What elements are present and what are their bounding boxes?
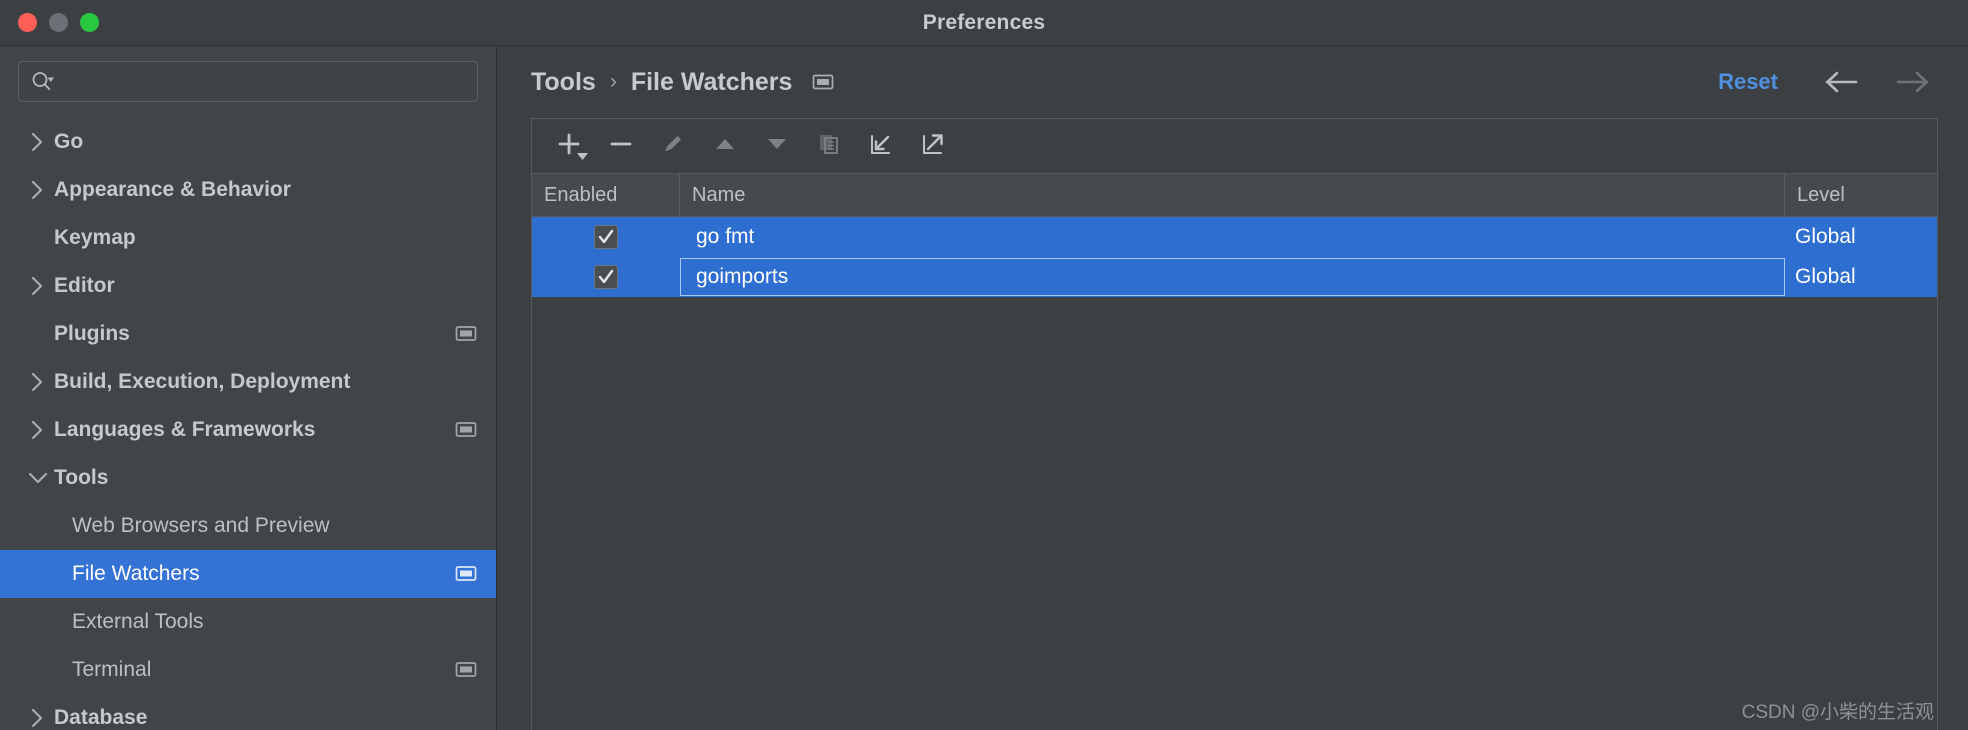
export-button[interactable]	[910, 124, 956, 168]
sidebar-item-label: Database	[54, 706, 148, 729]
sidebar-item-label: Languages & Frameworks	[54, 418, 316, 441]
sidebar-item-go[interactable]: Go	[0, 118, 496, 166]
remove-watcher-button[interactable]	[598, 124, 644, 168]
watcher-name-text: go fmt	[696, 225, 755, 248]
add-watcher-button[interactable]	[546, 124, 592, 168]
chevron-down-icon[interactable]	[26, 466, 54, 490]
chevron-right-icon[interactable]	[26, 706, 54, 730]
arrow-right-icon[interactable]	[1892, 69, 1932, 95]
sidebar-item-terminal[interactable]: Terminal	[0, 646, 496, 694]
enabled-checkbox-cell[interactable]	[532, 217, 680, 257]
table-row[interactable]: go fmt Global	[532, 217, 1937, 257]
sidebar-item-label: Build, Execution, Deployment	[54, 370, 351, 393]
table-row[interactable]: goimports Global	[532, 257, 1937, 297]
watchers-toolbar	[532, 119, 1937, 174]
sidebar-item-label: Go	[54, 130, 84, 153]
sidebar-item-label: Plugins	[54, 322, 130, 345]
sidebar-item-label: External Tools	[72, 610, 204, 633]
sidebar-item-languages-frameworks[interactable]: Languages & Frameworks	[0, 406, 496, 454]
sidebar-item-label: Appearance & Behavior	[54, 178, 291, 201]
watcher-name-text: goimports	[696, 265, 789, 288]
sidebar-item-label: File Watchers	[72, 562, 200, 585]
sidebar-item-appearance-behavior[interactable]: Appearance & Behavior	[0, 166, 496, 214]
enabled-checkbox[interactable]	[594, 265, 618, 289]
duplicate-watcher-button	[806, 124, 852, 168]
page-title: File Watchers	[630, 67, 793, 96]
sidebar-item-label: Web Browsers and Preview	[72, 514, 330, 537]
sidebar-item-label: Terminal	[72, 658, 152, 681]
chevron-right-icon[interactable]	[26, 274, 54, 298]
chevron-right-icon[interactable]	[26, 178, 54, 202]
window-body: Go Appearance & Behavior Keymap Editor Plugi…	[0, 46, 1968, 730]
maximize-button[interactable]	[80, 13, 99, 32]
column-header-enabled[interactable]: Enabled	[532, 174, 680, 216]
breadcrumb: Tools › File Watchers Reset	[497, 46, 1968, 118]
move-down-button	[754, 124, 800, 168]
project-settings-icon	[454, 322, 478, 346]
sidebar-item-file-watchers[interactable]: File Watchers	[0, 550, 496, 598]
sidebar-item-web-browsers-and-preview[interactable]: Web Browsers and Preview	[0, 502, 496, 550]
sidebar-item-build-execution-deployment[interactable]: Build, Execution, Deployment	[0, 358, 496, 406]
watcher-name-cell[interactable]: go fmt	[680, 217, 1785, 257]
reset-button[interactable]: Reset	[1718, 69, 1778, 95]
watcher-level-text: Global	[1795, 225, 1856, 248]
import-button[interactable]	[858, 124, 904, 168]
breadcrumb-separator: ›	[609, 70, 617, 93]
settings-tree: Go Appearance & Behavior Keymap Editor Plugi…	[0, 116, 496, 730]
project-settings-icon	[454, 658, 478, 682]
project-settings-icon	[810, 69, 836, 95]
edit-watcher-button	[650, 124, 696, 168]
search-input[interactable]	[18, 61, 478, 102]
sidebar-item-keymap[interactable]: Keymap	[0, 214, 496, 262]
chevron-right-icon[interactable]	[26, 130, 54, 154]
chevron-right-icon[interactable]	[26, 370, 54, 394]
move-up-button	[702, 124, 748, 168]
sidebar-item-label: Tools	[54, 466, 109, 489]
chevron-right-icon[interactable]	[26, 418, 54, 442]
watcher-level-text: Global	[1795, 265, 1856, 288]
copy-icon	[816, 131, 842, 162]
preferences-window: Preferences Go Appearance & Behavior Keyma…	[0, 0, 1968, 730]
import-arrow-icon	[868, 131, 894, 162]
breadcrumb-parent[interactable]: Tools	[531, 68, 596, 97]
pencil-icon	[660, 131, 686, 162]
minimize-button[interactable]	[49, 13, 68, 32]
watcher-level-cell[interactable]: Global	[1785, 257, 1937, 297]
sidebar-item-label: Editor	[54, 274, 115, 297]
triangle-up-icon	[712, 131, 738, 162]
window-title: Preferences	[922, 10, 1046, 34]
minus-icon	[608, 131, 634, 162]
settings-sidebar: Go Appearance & Behavior Keymap Editor Plugi…	[0, 46, 497, 730]
file-watchers-panel: Enabled Name Level go fmt Global goimports…	[531, 118, 1938, 730]
arrow-left-icon[interactable]	[1822, 69, 1862, 95]
sidebar-item-database[interactable]: Database	[0, 694, 496, 730]
watcher-name-editor[interactable]: goimports	[680, 258, 1785, 296]
project-settings-icon	[454, 418, 478, 442]
export-arrow-icon	[920, 131, 946, 162]
watcher-level-cell[interactable]: Global	[1785, 217, 1937, 257]
sidebar-item-external-tools[interactable]: External Tools	[0, 598, 496, 646]
close-button[interactable]	[18, 13, 37, 32]
watchers-table-body: go fmt Global goimports Global	[532, 217, 1937, 730]
settings-main-pane: Tools › File Watchers Reset Enabled Name…	[497, 46, 1968, 730]
enabled-checkbox[interactable]	[594, 225, 618, 249]
sidebar-item-label: Keymap	[54, 226, 136, 249]
project-settings-icon	[454, 562, 478, 586]
sidebar-item-plugins[interactable]: Plugins	[0, 310, 496, 358]
sidebar-search-area	[0, 46, 496, 116]
search-icon	[29, 69, 55, 95]
sidebar-item-tools[interactable]: Tools	[0, 454, 496, 502]
enabled-checkbox-cell[interactable]	[532, 257, 680, 297]
window-titlebar: Preferences	[0, 0, 1968, 46]
column-header-level[interactable]: Level	[1785, 174, 1937, 216]
column-header-name[interactable]: Name	[680, 174, 1785, 216]
table-header-row: Enabled Name Level	[532, 174, 1937, 217]
window-controls	[0, 13, 99, 32]
chevron-down-icon[interactable]	[577, 147, 588, 165]
triangle-down-icon	[764, 131, 790, 162]
sidebar-item-editor[interactable]: Editor	[0, 262, 496, 310]
